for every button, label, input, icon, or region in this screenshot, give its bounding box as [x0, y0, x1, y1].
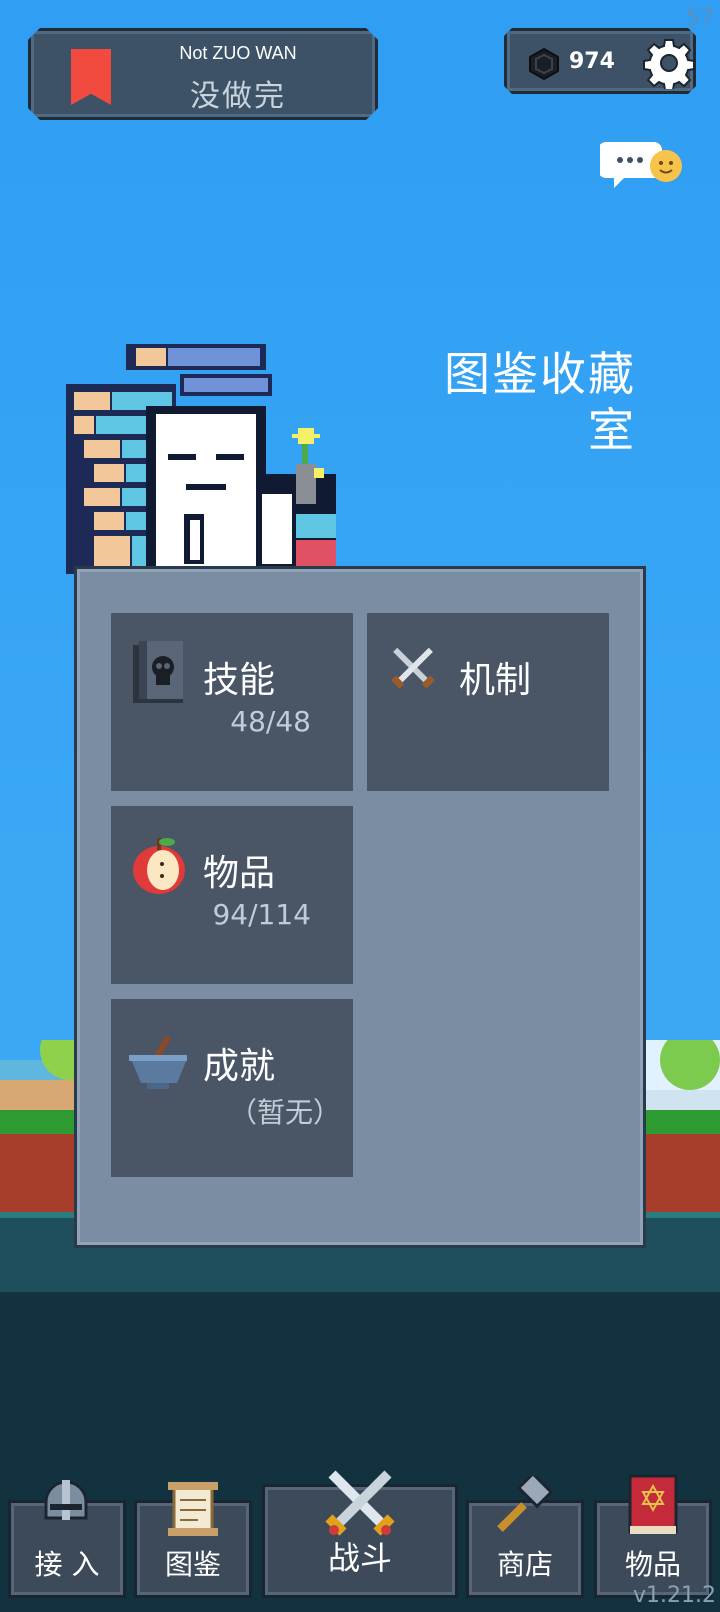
card-skills-label: 技能	[203, 660, 276, 701]
save-title-panel[interactable]: Not ZUO WAN 没做完	[28, 28, 378, 120]
card-items-label: 物品	[203, 853, 276, 894]
apple-icon	[133, 838, 185, 894]
library-title-line1: 图鉴收藏	[444, 347, 636, 401]
nav-codex-label: 图鉴	[164, 1548, 221, 1581]
chat-icon[interactable]	[600, 136, 686, 192]
nav-items-label: 物品	[624, 1548, 681, 1581]
mortar-pestle-icon	[129, 1035, 187, 1089]
card-mechanics-label: 机制	[459, 660, 532, 701]
card-skills-count: 48/48	[230, 705, 311, 738]
gem-count: 974	[569, 49, 615, 74]
helmet-icon	[44, 1480, 88, 1520]
card-skills[interactable]: 技能 48/48	[111, 613, 353, 791]
title-cn: 没做完	[190, 79, 286, 114]
version-label: v1.21.2	[633, 1583, 716, 1608]
nav-shop-label: 商店	[496, 1548, 553, 1581]
currency-panel: 974	[504, 28, 696, 94]
hammer-icon	[497, 1476, 554, 1532]
codex-panel: 技能 48/48 机制 物品 94/114 成就 （暂无）	[74, 566, 646, 1248]
crossed-swords-icon	[391, 647, 435, 689]
spellbook-icon	[628, 1474, 678, 1534]
bookmark-icon	[71, 49, 111, 105]
battle-swords-icon	[325, 1470, 395, 1536]
gem-icon	[527, 47, 561, 81]
card-items[interactable]: 物品 94/114	[111, 806, 353, 984]
library-title: 图鉴收藏 室	[440, 346, 636, 458]
card-achievements-count: （暂无）	[228, 1096, 341, 1129]
card-achievements-label: 成就	[203, 1046, 276, 1087]
fps-counter: 57	[686, 6, 714, 31]
gear-icon[interactable]	[643, 37, 695, 89]
library-title-line2: 室	[588, 403, 636, 457]
nav-connect-label: 接 入	[34, 1548, 100, 1581]
character-sprite	[66, 344, 336, 574]
title-en: Not ZUO WAN	[179, 43, 297, 63]
scroll-icon	[168, 1482, 218, 1536]
skull-book-icon	[133, 641, 183, 703]
card-mechanics[interactable]: 机制	[367, 613, 609, 791]
card-achievements[interactable]: 成就 （暂无）	[111, 999, 353, 1177]
card-items-count: 94/114	[212, 898, 311, 931]
